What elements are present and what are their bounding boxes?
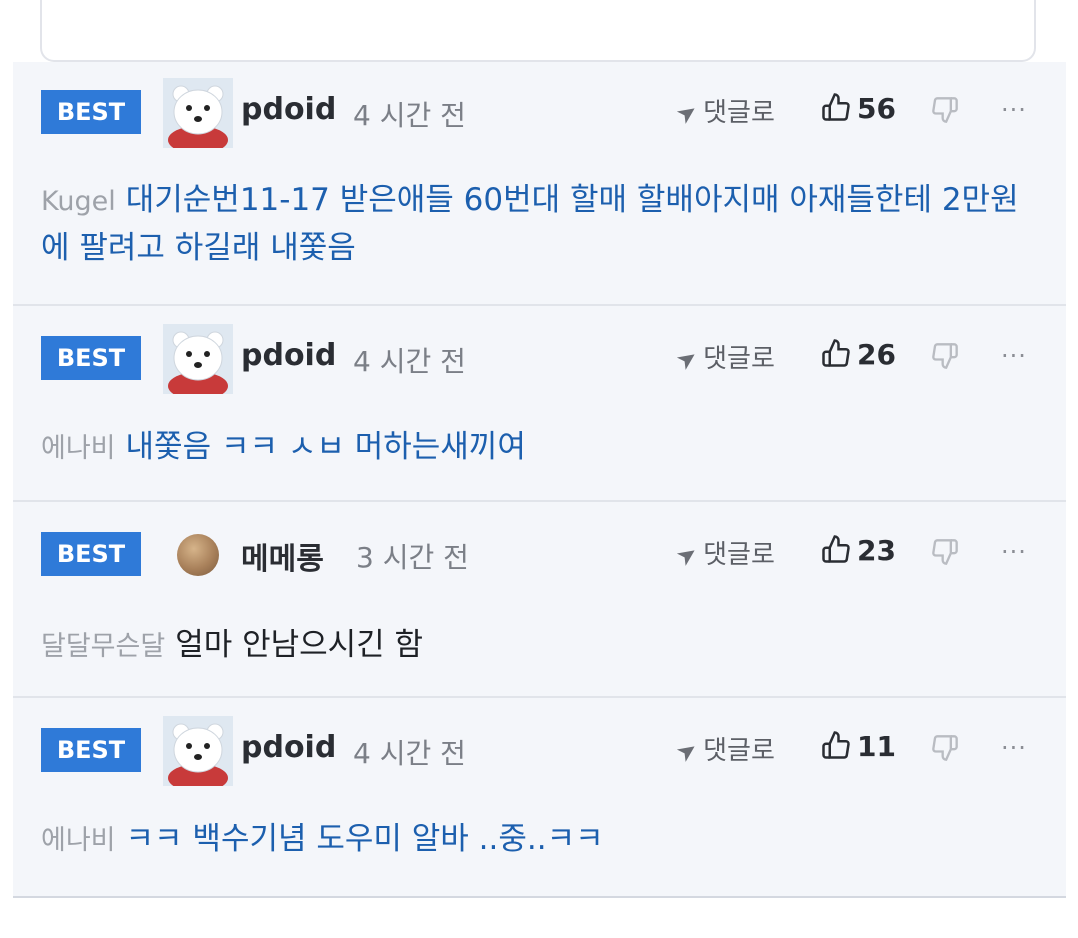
best-badge: BEST: [41, 90, 141, 134]
like-button[interactable]: 23: [821, 534, 896, 567]
like-button[interactable]: 26: [821, 338, 896, 371]
dislike-button[interactable]: [931, 538, 959, 570]
dislike-button[interactable]: [931, 342, 959, 374]
best-badge: BEST: [41, 532, 141, 576]
best-badge: BEST: [41, 336, 141, 380]
thumbs-down-icon: [932, 539, 958, 565]
username[interactable]: 메메롱: [241, 534, 324, 578]
username[interactable]: pdoid: [241, 338, 336, 373]
like-count: 23: [857, 534, 896, 567]
reply-arrow-icon: ➤: [670, 537, 704, 573]
more-options-button[interactable]: ···: [1001, 538, 1027, 566]
comment-body: 에나비 내쫓음 ㅋㅋ ㅅㅂ 머하는새끼여: [41, 424, 1041, 472]
like-count: 56: [857, 92, 896, 125]
thumbs-down-icon: [932, 343, 958, 369]
best-badge: BEST: [41, 728, 141, 772]
mention-username[interactable]: Kugel: [41, 186, 116, 217]
comment-text: 대기순번11-17 받은애들 60번대 할매 할배아지매 아재들한테 2만원에 …: [41, 182, 1019, 266]
comment-item: BEST pdoid 4 시간 전 ➤댓글로 56 ··· Kugel 대기순번…: [13, 62, 1066, 306]
reply-arrow-icon: ➤: [670, 95, 704, 131]
username[interactable]: pdoid: [241, 730, 336, 765]
comment-body: Kugel 대기순번11-17 받은애들 60번대 할매 할배아지매 아재들한테 …: [41, 177, 1041, 271]
comment-list: BEST pdoid 4 시간 전 ➤댓글로 56 ··· Kugel 대기순번…: [13, 62, 1066, 898]
thumbs-up-icon: [822, 731, 850, 759]
polar-bear-icon[interactable]: [163, 324, 233, 394]
more-options-button[interactable]: ···: [1001, 734, 1027, 762]
reply-label: 댓글로: [703, 98, 775, 128]
thumbs-up-icon: [822, 535, 850, 563]
comment-item: BEST pdoid 4 시간 전 ➤댓글로 11 ··· 에나비 ㅋㅋ 백수기…: [13, 698, 1066, 896]
reply-label: 댓글로: [703, 344, 775, 374]
more-options-button[interactable]: ···: [1001, 342, 1027, 370]
reply-label: 댓글로: [703, 540, 775, 570]
like-button[interactable]: 11: [821, 730, 896, 763]
reply-button[interactable]: ➤댓글로: [671, 730, 775, 768]
like-button[interactable]: 56: [821, 92, 896, 125]
thumbs-down-icon: [932, 97, 958, 123]
mention-username[interactable]: 에나비: [41, 825, 116, 856]
comment-text: 내쫓음 ㅋㅋ ㅅㅂ 머하는새끼여: [125, 429, 526, 465]
thumbs-up-icon: [822, 93, 850, 121]
dislike-button[interactable]: [931, 96, 959, 128]
round-avatar[interactable]: [177, 534, 219, 576]
reply-button[interactable]: ➤댓글로: [671, 534, 775, 572]
reply-arrow-icon: ➤: [670, 341, 704, 377]
comment-body: 에나비 ㅋㅋ 백수기념 도우미 알바 ..중..ㅋㅋ: [41, 816, 1041, 864]
reply-button[interactable]: ➤댓글로: [671, 92, 775, 130]
comment-item: BEST pdoid 4 시간 전 ➤댓글로 26 ··· 에나비 내쫓음 ㅋㅋ…: [13, 306, 1066, 502]
username[interactable]: pdoid: [241, 92, 336, 127]
like-count: 11: [857, 730, 896, 763]
timestamp: 3 시간 전: [356, 541, 469, 574]
comment-text: 얼마 안남으시긴 함: [175, 627, 424, 663]
polar-bear-icon[interactable]: [163, 78, 233, 148]
timestamp: 4 시간 전: [353, 345, 466, 378]
dislike-button[interactable]: [931, 734, 959, 766]
mention-username[interactable]: 달달무슨달: [41, 631, 165, 662]
mention-username[interactable]: 에나비: [41, 433, 116, 464]
previous-card-edge: [40, 0, 1036, 62]
reply-label: 댓글로: [703, 736, 775, 766]
thumbs-down-icon: [932, 735, 958, 761]
polar-bear-icon[interactable]: [163, 716, 233, 786]
like-count: 26: [857, 338, 896, 371]
comment-text: ㅋㅋ 백수기념 도우미 알바 ..중..ㅋㅋ: [125, 821, 604, 857]
reply-button[interactable]: ➤댓글로: [671, 338, 775, 376]
comment-body: 달달무슨달 얼마 안남으시긴 함: [41, 622, 1041, 670]
thumbs-up-icon: [822, 339, 850, 367]
timestamp: 4 시간 전: [353, 99, 466, 132]
more-options-button[interactable]: ···: [1001, 96, 1027, 124]
timestamp: 4 시간 전: [353, 737, 466, 770]
comment-item: BEST 메메롱 3 시간 전 ➤댓글로 23 ··· 달달무슨달 얼마 안남으시…: [13, 502, 1066, 698]
reply-arrow-icon: ➤: [670, 733, 704, 769]
